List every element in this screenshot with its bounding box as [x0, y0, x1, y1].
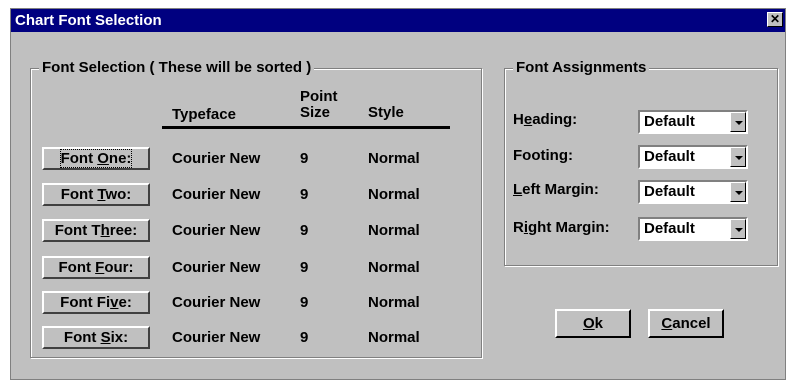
font-five-size: 9 — [300, 294, 309, 311]
footing-label: Footing: — [513, 147, 573, 164]
title-bar[interactable]: Chart Font Selection ✕ — [11, 9, 785, 32]
left-margin-label: Left Margin: — [513, 181, 599, 198]
font-six-button[interactable]: Font Six: — [42, 326, 150, 349]
font-three-style: Normal — [368, 222, 420, 239]
font-three-size: 9 — [300, 222, 309, 239]
font-five-style: Normal — [368, 294, 420, 311]
chevron-down-icon[interactable] — [730, 219, 746, 239]
font-six-typeface: Courier New — [172, 329, 261, 346]
header-style: Style — [368, 104, 404, 121]
right-margin-label: Right Margin: — [513, 219, 610, 236]
font-two-style: Normal — [368, 186, 420, 203]
left-margin-font-select[interactable]: Default — [638, 180, 748, 204]
font-six-style: Normal — [368, 329, 420, 346]
font-selection-group: Font Selection ( These will be sorted ) — [30, 59, 482, 358]
right-margin-font-value: Default — [644, 220, 695, 237]
font-four-style: Normal — [368, 259, 420, 276]
right-margin-font-select[interactable]: Default — [638, 217, 748, 241]
left-margin-font-value: Default — [644, 183, 695, 200]
footing-font-select[interactable]: Default — [638, 145, 748, 169]
font-four-button[interactable]: Font Four: — [42, 256, 150, 279]
font-three-button[interactable]: Font Three: — [42, 219, 150, 242]
chevron-down-icon[interactable] — [730, 112, 746, 132]
header-point: Point — [300, 88, 338, 105]
heading-font-select[interactable]: Default — [638, 110, 748, 134]
close-icon[interactable]: ✕ — [767, 12, 783, 27]
font-one-style: Normal — [368, 150, 420, 167]
cancel-button[interactable]: Cancel — [648, 309, 724, 338]
font-assignments-legend: Font Assignments — [513, 59, 650, 76]
font-two-size: 9 — [300, 186, 309, 203]
ok-button[interactable]: Ok — [555, 309, 631, 338]
chevron-down-icon[interactable] — [730, 182, 746, 202]
header-size: Size — [300, 104, 331, 121]
font-six-size: 9 — [300, 329, 309, 346]
font-one-typeface: Courier New — [172, 150, 261, 167]
chevron-down-icon[interactable] — [730, 147, 746, 167]
footing-font-value: Default — [644, 148, 695, 165]
font-one-button[interactable]: Font One: — [42, 147, 150, 170]
heading-font-value: Default — [644, 113, 695, 130]
font-four-typeface: Courier New — [172, 259, 261, 276]
font-one-size: 9 — [300, 150, 309, 167]
font-two-button[interactable]: Font Two: — [42, 183, 150, 206]
font-five-button[interactable]: Font Five: — [42, 291, 150, 314]
font-five-typeface: Courier New — [172, 294, 261, 311]
window-title: Chart Font Selection — [15, 12, 162, 29]
font-three-typeface: Courier New — [172, 222, 261, 239]
header-divider — [162, 126, 450, 129]
font-selection-legend: Font Selection ( These will be sorted ) — [39, 59, 315, 76]
heading-label: Heading: — [513, 111, 578, 128]
header-typeface: Typeface — [172, 106, 236, 123]
font-two-typeface: Courier New — [172, 186, 261, 203]
font-four-size: 9 — [300, 259, 309, 276]
